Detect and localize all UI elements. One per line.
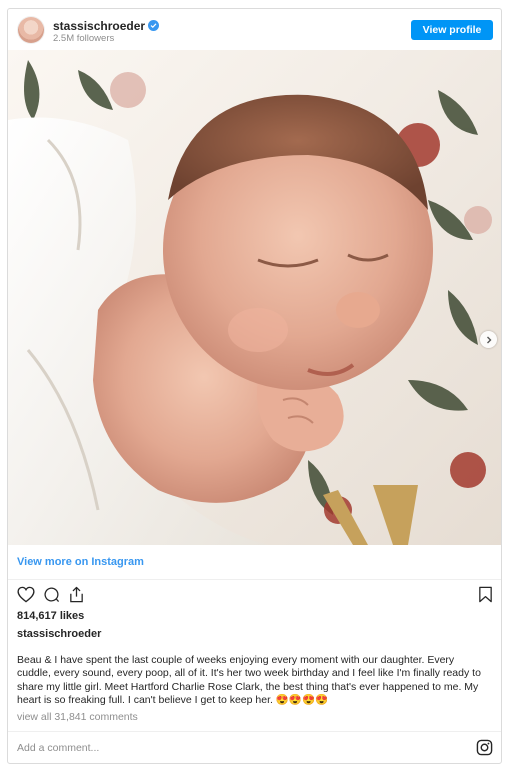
followers-count: 2.5M followers: [53, 33, 115, 44]
caption-text: Beau & I have spent the last couple of w…: [17, 654, 481, 707]
view-more-link[interactable]: View more on Instagram: [17, 556, 144, 568]
view-profile-button[interactable]: View profile: [411, 20, 493, 40]
add-comment-input[interactable]: [17, 740, 437, 756]
newborn-photo-image: [8, 50, 501, 545]
post-photo[interactable]: [8, 50, 501, 545]
next-slide-button[interactable]: [480, 331, 497, 348]
post-header: stassischroeder 2.5M followers View prof…: [8, 9, 501, 49]
view-more-bar[interactable]: View more on Instagram: [8, 545, 501, 580]
avatar[interactable]: [18, 17, 44, 43]
caption-author-link[interactable]: stassischroeder: [17, 628, 101, 640]
comment-bar: [8, 731, 501, 763]
instagram-embed-card: stassischroeder 2.5M followers View prof…: [7, 8, 502, 764]
username-label: stassischroeder: [53, 19, 146, 33]
chevron-right-icon: [486, 336, 491, 343]
comment-icon[interactable]: [43, 586, 60, 603]
heart-icon[interactable]: [17, 586, 35, 603]
share-icon[interactable]: [68, 586, 85, 603]
instagram-logo-icon[interactable]: [476, 739, 493, 756]
bookmark-icon[interactable]: [478, 586, 493, 603]
view-all-comments-link[interactable]: view all 31,841 comments: [17, 711, 138, 723]
likes-count[interactable]: 814,617 likes: [17, 610, 84, 622]
verified-badge-icon: [148, 20, 160, 31]
username-link[interactable]: stassischroeder: [53, 19, 160, 33]
